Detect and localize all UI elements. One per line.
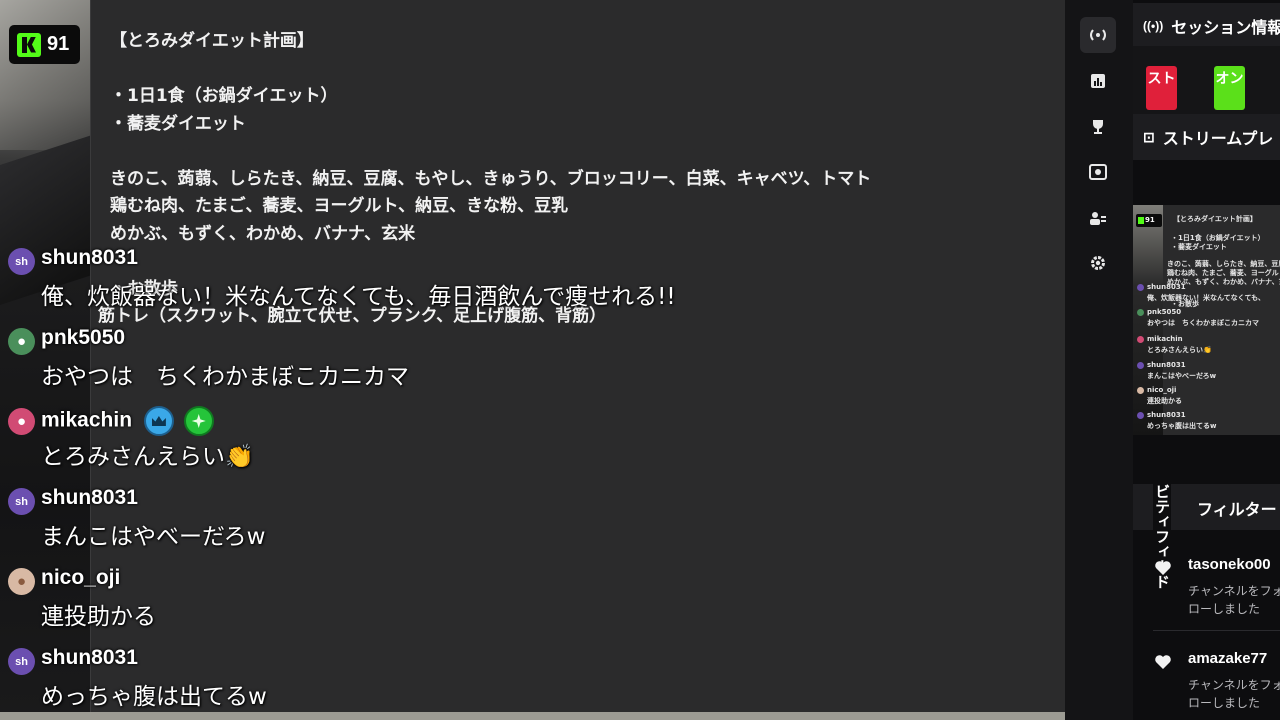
avatar: ●: [8, 328, 35, 355]
follow-username[interactable]: tasoneko00: [1188, 556, 1271, 573]
divider: [1153, 630, 1280, 631]
broadcast-icon: ((•)): [1143, 19, 1164, 33]
broadcast-icon[interactable]: [1080, 17, 1116, 53]
chat-text: 連投助かる: [41, 604, 156, 630]
chat-message: sh shun8031 まんこはやべーだろw: [0, 483, 760, 563]
session-info-title: セッション情報: [1171, 20, 1280, 37]
activity-feed-panel: ビティフィード フィルター tasoneko00 チャンネルをフォローしました …: [1133, 484, 1280, 720]
thumbnail-chat-text: めっちゃ腹は出てるw: [1147, 422, 1217, 430]
chat-text: とろみさんえらい👏: [41, 444, 254, 470]
thumbnail-chat-text: おやつは ちくわかまぼこカニカマ: [1147, 319, 1259, 327]
doc-line: きのこ、蒟蒻、しらたき、納豆、豆腐、もやし、きゅうり、ブロッコリー、白菜、キャベ…: [110, 168, 872, 189]
thumbnail-badge: 91: [1136, 214, 1162, 227]
status-pill-stream[interactable]: スト: [1146, 66, 1177, 110]
doc-line: [110, 56, 1010, 84]
dashboard-icon-rail: [1065, 0, 1133, 720]
thumbnail-avatar: [1137, 387, 1144, 394]
screen-capture-icon[interactable]: [1080, 154, 1116, 190]
doc-line: [110, 138, 1010, 166]
chat-message: sh shun8031 めっちゃ腹は出てるw: [0, 643, 760, 720]
session-info-body: スト オン: [1133, 46, 1280, 116]
gear-icon[interactable]: [1080, 245, 1116, 281]
chart-icon[interactable]: [1080, 63, 1116, 99]
follow-description: チャンネルをフォローしました: [1188, 678, 1280, 710]
stream-preview-header[interactable]: ⊡ ストリームプレ: [1133, 114, 1280, 160]
chat-username: mikachin: [41, 406, 214, 436]
chat-username-text: mikachin: [41, 408, 133, 432]
status-pill-online[interactable]: オン: [1214, 66, 1245, 110]
dashboard-panels: ((•)) セッション情報 スト オン ⊡ ストリームプレ 91 【とろみダイエ…: [1133, 0, 1280, 720]
moderator-crown-icon: [143, 406, 174, 436]
stream-preview-title: ストリームプレ: [1162, 131, 1274, 148]
follow-username[interactable]: amazake77: [1188, 650, 1267, 667]
thumbnail-chat-text: 連投助かる: [1147, 397, 1182, 405]
camera-highlight: [0, 0, 92, 150]
doc-line: 鶏むね肉、たまご、蕎麦、ヨーグルト、納豆、きな粉、豆乳: [110, 196, 569, 216]
chat-text: 俺、炊飯器ない！米なんてなくても、毎日酒飲んで痩せれる!!: [41, 284, 676, 310]
trophy-icon[interactable]: [1080, 109, 1116, 145]
doc-line: 【とろみダイエット計画】: [110, 31, 314, 51]
avatar: sh: [8, 648, 35, 675]
chat-message: ● pnk5050 おやつは ちくわかまぼこカニカマ: [0, 323, 760, 403]
doc-line: ・蕎麦ダイエット: [110, 113, 246, 134]
chat-username: shun8031: [41, 246, 138, 269]
chat-username: shun8031: [41, 646, 138, 669]
thumbnail-chat-user: mikachin: [1147, 335, 1183, 343]
thumbnail-avatar: [1137, 336, 1144, 343]
stream-preview-thumbnail: 91 【とろみダイエット計画】 ・1日1食（お鍋ダイエット） ・蕎麦ダイエット …: [1133, 205, 1280, 435]
chat-username: pnk5050: [41, 326, 126, 349]
filter-button[interactable]: フィルター: [1197, 496, 1277, 520]
chat-username: nico_oji: [41, 566, 121, 589]
thumbnail-avatar: [1137, 284, 1144, 291]
chat-message: ● nico_oji 連投助かる: [0, 563, 760, 643]
bottom-strip: [0, 712, 1068, 720]
thumbnail-chat-user: shun8031: [1147, 361, 1186, 369]
chat-text: おやつは ちくわかまぼこカニカマ: [41, 364, 409, 390]
heart-icon: [1155, 561, 1171, 575]
kick-logo-icon: [17, 32, 41, 57]
subscriber-star-icon: [183, 406, 214, 436]
viewer-count: 91: [47, 33, 70, 55]
session-info-header[interactable]: ((•)) セッション情報: [1133, 3, 1280, 49]
thumbnail-avatar: [1137, 412, 1144, 419]
thumbnail-chat-user: shun8031: [1147, 411, 1186, 419]
thumbnail-chat-user: shun8031: [1147, 283, 1186, 291]
users-icon[interactable]: [1080, 200, 1116, 236]
chat-username: shun8031: [41, 486, 138, 509]
chat-text: めっちゃ腹は出てるw: [41, 684, 267, 710]
chat-overlay: sh shun8031 俺、炊飯器ない！米なんてなくても、毎日酒飲んで痩せれる!…: [0, 243, 760, 720]
heart-icon: [1155, 655, 1171, 669]
follow-description: チャンネルをフォローしました: [1188, 584, 1280, 616]
chat-text: まんこはやべーだろw: [41, 524, 266, 550]
thumbnail-avatar: [1137, 309, 1144, 316]
kick-viewer-badge: 91: [9, 25, 80, 64]
screen-capture-icon: ⊡: [1143, 128, 1155, 145]
chat-message: ● mikachin とろみさんえらい👏: [0, 403, 760, 483]
avatar: ●: [8, 408, 35, 435]
thumbnail-chat-user: nico_oji: [1147, 386, 1177, 394]
thumbnail-chat-text: 俺、炊飯器ない！米なんてなくても、: [1147, 294, 1265, 302]
thumbnail-avatar: [1137, 362, 1144, 369]
thumbnail-chat-user: pnk5050: [1147, 308, 1182, 316]
thumbnail-text: ・蕎麦ダイエット: [1171, 243, 1227, 251]
avatar: ●: [8, 568, 35, 595]
activity-feed-header: ビティフィード フィルター: [1133, 484, 1280, 599]
thumbnail-chat-text: まんこはやべーだろw: [1147, 372, 1217, 380]
thumbnail-text: 【とろみダイエット計画】: [1173, 215, 1257, 223]
avatar: sh: [8, 248, 35, 275]
chat-message: sh shun8031 俺、炊飯器ない！米なんてなくても、毎日酒飲んで痩せれる!…: [0, 243, 760, 323]
activity-feed-tab-label[interactable]: ビティフィード: [1153, 484, 1171, 599]
avatar: sh: [8, 488, 35, 515]
doc-line: ・1日1食（お鍋ダイエット）: [110, 86, 338, 106]
thumbnail-chat-text: とろみさんえらい👏: [1147, 346, 1212, 354]
